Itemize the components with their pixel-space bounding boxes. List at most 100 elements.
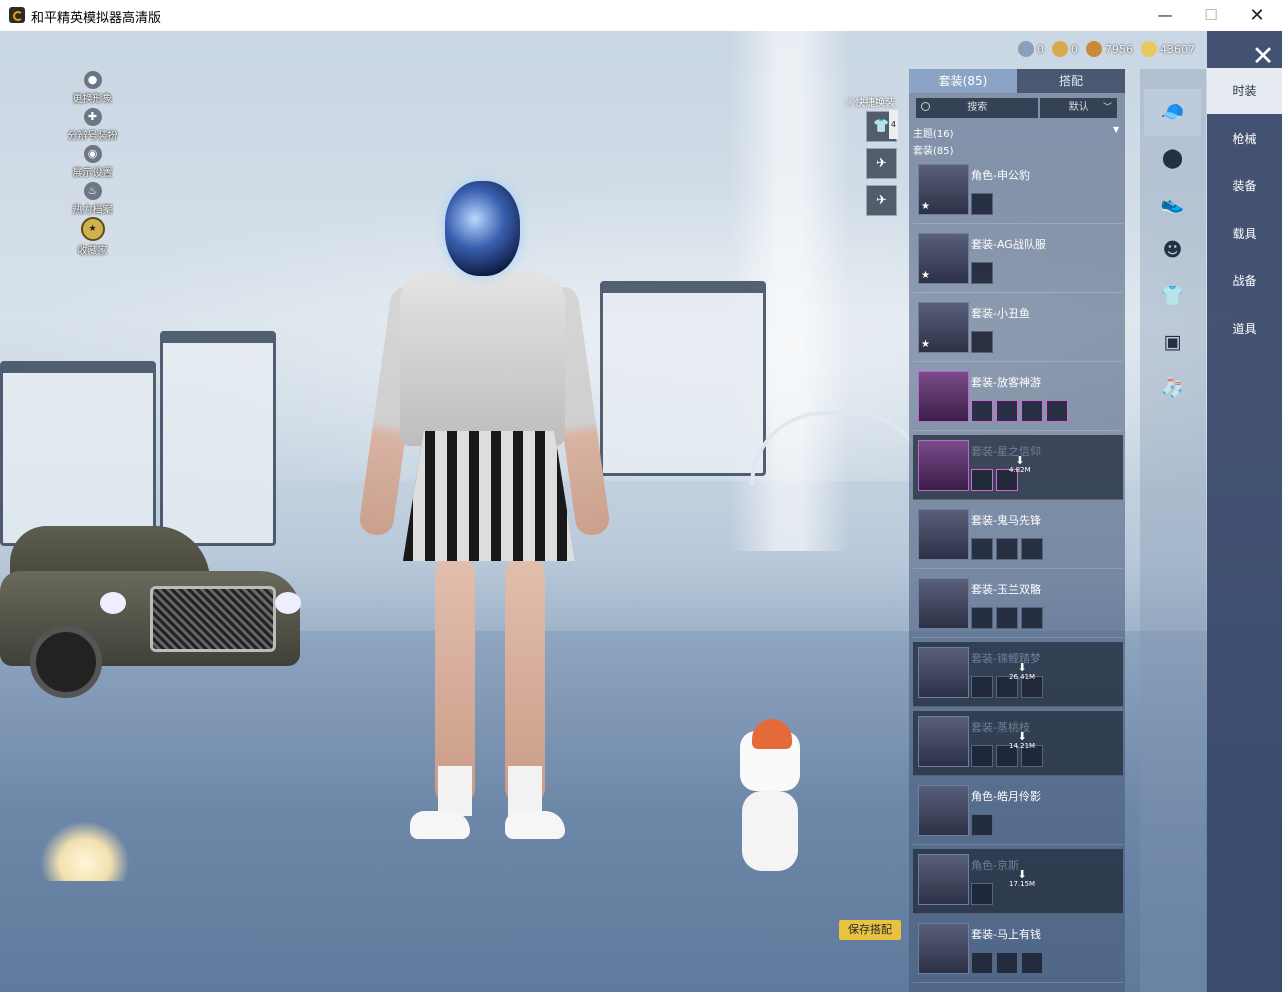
category-tab[interactable]: 道具 [1207, 306, 1282, 352]
coupon-coin-icon [1141, 41, 1157, 57]
outfit-part-thumbnail[interactable] [1021, 538, 1043, 560]
category-column: 时装 枪械 装备 载具 战备 道具 [1207, 31, 1282, 992]
outfit-part-thumbnail[interactable] [971, 745, 993, 767]
outfit-part-thumbnail[interactable] [971, 607, 993, 629]
space-helmet [445, 181, 520, 276]
sort-select[interactable]: 默认 ﹀ [1040, 98, 1117, 118]
outfit-name: 套装-放客神游 [971, 376, 1041, 389]
left-menu: ● 更换形象 ✚ 分辨号装扮 ◉ 展示设置 ♨ 热力档案 ★ 收藏家 [55, 68, 130, 257]
outfit-thumbnail: ★ [918, 233, 969, 284]
quick-change-plane-button[interactable]: ✈ [866, 148, 897, 179]
outfit-item[interactable]: ★ 套装-小丑鱼 [913, 297, 1123, 362]
helmet-icon[interactable]: ⬤ [1144, 135, 1201, 182]
outfit-item[interactable]: 套装-马上有钱 [913, 918, 1123, 983]
mask-icon[interactable]: ☻ [1144, 227, 1201, 274]
outfit-item[interactable]: 套装-放客神游 [913, 366, 1123, 431]
outfit-item[interactable]: ★ 套装-AG战队服 [913, 228, 1123, 293]
category-tab[interactable]: 装备 [1207, 163, 1282, 209]
id-outfit-button[interactable]: ✚ 分辨号装扮 [55, 105, 130, 142]
search-input[interactable]: 搜索 [916, 98, 1039, 118]
heat-archive-button[interactable]: ♨ 热力档案 [55, 179, 130, 216]
outfit-item[interactable]: 套装-玉兰双骼 [913, 573, 1123, 638]
download-indicator[interactable]: ⬇ 17.15M [1009, 869, 1035, 888]
outfit-part-thumbnail[interactable] [1021, 607, 1043, 629]
window-close-button[interactable]: ✕ [1234, 0, 1280, 31]
outfit-part-thumbnail[interactable] [971, 952, 993, 974]
download-indicator[interactable]: ⬇ 4.82M [1009, 455, 1031, 474]
quick-change-plane-button[interactable]: ✈ [866, 185, 897, 216]
outfit-part-thumbnail[interactable] [971, 538, 993, 560]
download-indicator[interactable]: ⬇ 26.41M [1009, 662, 1035, 681]
outfit-list: ★ 角色-申公豹 ★ 套装-AG战队服 ★ 套装-小丑鱼 套装-放客神游 套装-星之信仰 ⬇ 4.… [913, 159, 1123, 987]
outfit-item[interactable]: 套装-蒸桃枝 ⬇ 14.21M [913, 711, 1123, 776]
category-tab[interactable]: 战备 [1207, 258, 1282, 304]
outfit-part-thumbnail[interactable] [971, 331, 993, 353]
outfit-part-thumbnail[interactable] [996, 952, 1018, 974]
download-indicator[interactable]: ⬇ 14.21M [1009, 731, 1035, 750]
category-tab[interactable]: 枪械 [1207, 116, 1282, 162]
help-icon: ⓘ [845, 98, 855, 109]
outfit-item[interactable]: 套装-鬼马先锋 [913, 504, 1123, 569]
save-outfit-button[interactable]: 保存搭配 [839, 920, 901, 940]
outfit-icon[interactable]: 👕 [1144, 273, 1201, 320]
close-icon[interactable]: ✕ [1248, 42, 1278, 72]
collector-button[interactable]: ★ 收藏家 [55, 216, 130, 257]
outfit-item[interactable]: 套装-星之信仰 ⬇ 4.82M [913, 435, 1123, 500]
socks-icon[interactable]: 🧦 [1144, 365, 1201, 412]
outfit-name: 套装-小丑鱼 [971, 307, 1030, 320]
eye-icon: ◉ [83, 145, 102, 163]
download-icon: ⬇ [1017, 730, 1027, 743]
outfit-item[interactable]: 角色-皓月伶影 [913, 780, 1123, 845]
currency-item: 7956 [1086, 41, 1133, 57]
change-appearance-button[interactable]: ● 更换形象 [55, 68, 130, 105]
collector-badge-icon: ★ [80, 217, 105, 241]
outfit-parts-row [971, 193, 993, 215]
download-icon: ⬇ [1017, 868, 1027, 881]
outfit-part-thumbnail[interactable] [971, 676, 993, 698]
dropdown-arrow-icon: ▼ [1113, 125, 1120, 134]
quick-change-slot-button[interactable]: 👕 4 [866, 110, 898, 142]
currency-bar: 0 0 7956 43607 [1018, 39, 1195, 59]
maximize-button[interactable]: ☐ [1188, 0, 1234, 31]
outfit-part-thumbnail[interactable] [1021, 952, 1043, 974]
favorite-star-icon: ★ [921, 339, 930, 350]
favorite-star-icon: ★ [921, 270, 930, 281]
outfit-part-thumbnail[interactable] [996, 400, 1018, 422]
window-title: 和平精英模拟器高清版 [31, 11, 162, 26]
quick-change-label[interactable]: ⓘ快捷换装 [845, 94, 895, 109]
outfit-name: 套装-马上有钱 [971, 928, 1041, 941]
currency-item: 0 [1052, 41, 1078, 57]
display-settings-button[interactable]: ◉ 展示设置 [55, 142, 130, 179]
outfit-icon: 👕 [873, 119, 890, 134]
outfit-part-thumbnail[interactable] [971, 814, 993, 836]
outfit-part-thumbnail[interactable] [971, 400, 993, 422]
theme-category[interactable]: 主题(16) ▼ [913, 125, 1123, 140]
category-tab[interactable]: 载具 [1207, 211, 1282, 257]
minimize-button[interactable]: — [1142, 0, 1188, 31]
outfit-part-thumbnail[interactable] [971, 262, 993, 284]
download-icon: ⬇ [1017, 661, 1027, 674]
outfit-part-thumbnail[interactable] [996, 607, 1018, 629]
outfit-item[interactable]: 套装-锦鲤踏梦 ⬇ 26.41M [913, 642, 1123, 707]
backpack-icon[interactable]: ▣ [1144, 319, 1201, 366]
outfit-part-thumbnail[interactable] [971, 883, 993, 905]
outfit-part-thumbnail[interactable] [996, 538, 1018, 560]
window-titlebar: 和平精英模拟器高清版 — ☐ ✕ [0, 0, 1282, 32]
player-character[interactable] [357, 171, 615, 901]
pet-companion[interactable] [730, 711, 810, 886]
shoe-icon[interactable]: 👟 [1144, 181, 1201, 228]
download-icon: ⬇ [1015, 454, 1025, 467]
hat-icon[interactable]: 🧢 [1144, 89, 1201, 136]
tab-match[interactable]: 搭配 [1017, 69, 1125, 93]
plane-icon: ✈ [876, 156, 887, 171]
outfit-item[interactable]: ★ 角色-申公豹 [913, 159, 1123, 224]
outfit-part-thumbnail[interactable] [971, 469, 993, 491]
outfit-part-thumbnail[interactable] [1021, 400, 1043, 422]
outfit-part-thumbnail[interactable] [971, 193, 993, 215]
outfit-part-thumbnail[interactable] [1046, 400, 1068, 422]
outfit-panel: 套装(85) 搭配 搜索 默认 ﹀ 主题(16) ▼ 套装(85) ★ 角色-申公… [909, 69, 1125, 992]
tab-suits[interactable]: 套装(85) [909, 69, 1017, 93]
outfit-item[interactable]: 角色-京斯 ⬇ 17.15M [913, 849, 1123, 914]
category-tab[interactable]: 时装 [1207, 68, 1282, 114]
suit-category[interactable]: 套装(85) [913, 142, 954, 157]
